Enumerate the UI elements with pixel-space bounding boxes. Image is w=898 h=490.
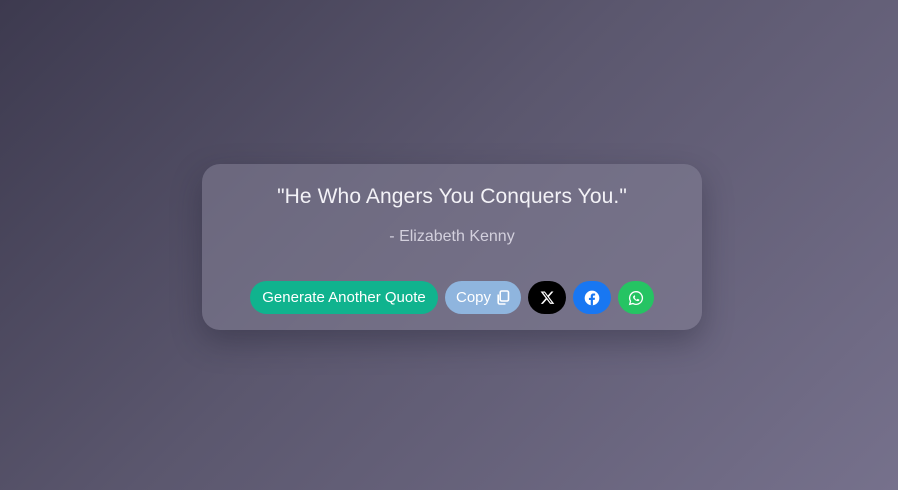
- quote-author: - Elizabeth Kenny: [389, 228, 515, 245]
- whatsapp-icon: [628, 290, 644, 306]
- share-facebook-button[interactable]: [573, 281, 611, 314]
- x-icon: [540, 290, 555, 305]
- copy-button[interactable]: Copy: [445, 281, 521, 314]
- generate-quote-label: Generate Another Quote: [262, 289, 426, 306]
- quote-text: "He Who Angers You Conquers You.": [277, 185, 627, 208]
- share-whatsapp-button[interactable]: [618, 281, 654, 314]
- quote-actions: Generate Another Quote Copy: [250, 281, 654, 314]
- copy-icon: [496, 290, 510, 305]
- generate-quote-button[interactable]: Generate Another Quote: [250, 281, 438, 314]
- share-x-button[interactable]: [528, 281, 566, 314]
- facebook-icon: [584, 290, 600, 306]
- quote-card: "He Who Angers You Conquers You." - Eliz…: [202, 164, 702, 330]
- copy-label: Copy: [455, 289, 492, 306]
